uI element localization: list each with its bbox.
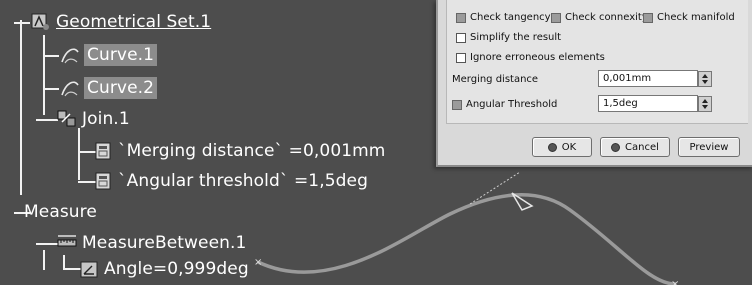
- tree-node-measure[interactable]: Measure: [24, 199, 97, 225]
- geometrical-set-icon: [30, 11, 52, 33]
- simplify-checkbox[interactable]: [456, 32, 466, 43]
- tree-trunk: [20, 20, 22, 195]
- parameter-icon: [92, 140, 114, 162]
- ignore-erroneous-checkbox[interactable]: [456, 52, 466, 63]
- curve-icon: [58, 77, 80, 99]
- ok-button[interactable]: OK: [532, 137, 592, 157]
- measure-between-icon: [56, 232, 78, 254]
- merging-distance-label: `Merging distance` =0,001mm: [118, 141, 386, 161]
- check-connexity-label: Check connexity: [565, 12, 648, 23]
- ok-label: OK: [561, 141, 577, 153]
- tree-node-angle[interactable]: Angle=0,999deg: [78, 256, 249, 282]
- check-manifold-label: Check manifold: [657, 12, 735, 23]
- check-manifold-option[interactable]: Check manifold: [643, 12, 735, 23]
- check-manifold-checkbox[interactable]: [643, 12, 653, 23]
- ignore-erroneous-label: Ignore erroneous elements: [470, 52, 605, 63]
- angle-label: Angle=0,999deg: [104, 259, 249, 279]
- angular-threshold-spinner[interactable]: [698, 96, 712, 112]
- curve-2-label: Curve.2: [84, 77, 158, 99]
- simplify-label: Simplify the result: [470, 32, 562, 43]
- tree-branch-geoset: [43, 35, 45, 115]
- simplify-option[interactable]: Simplify the result: [456, 32, 561, 43]
- parameter-icon: [92, 170, 114, 192]
- angular-threshold-checkbox[interactable]: [452, 99, 462, 110]
- ignore-erroneous-option[interactable]: Ignore erroneous elements: [456, 52, 605, 63]
- preview-button[interactable]: Preview: [678, 137, 740, 157]
- tree-node-curve-2[interactable]: Curve.2: [58, 75, 158, 101]
- merging-distance-spinner[interactable]: [698, 71, 712, 87]
- measure-between-label: MeasureBetween.1: [82, 233, 247, 253]
- join-icon: [56, 108, 78, 130]
- check-connexity-checkbox[interactable]: [551, 12, 561, 23]
- curve-icon: [58, 44, 80, 66]
- ok-icon: [547, 142, 557, 152]
- join-definition-dialog: Check tangency Check connexity Check man…: [436, 0, 752, 167]
- measure-label: Measure: [24, 202, 97, 222]
- tree-node-angular-threshold[interactable]: `Angular threshold` =1,5deg: [92, 168, 368, 194]
- merging-distance-input[interactable]: 0,001mm: [598, 70, 698, 87]
- join-curve: [257, 193, 677, 285]
- tree-branch-join: [78, 128, 80, 180]
- check-tangency-option[interactable]: Check tangency: [456, 12, 551, 23]
- tree-branch-measure: [43, 250, 45, 270]
- geometrical-set-label: Geometrical Set.1: [56, 12, 212, 32]
- tree-node-measure-between[interactable]: MeasureBetween.1: [56, 230, 246, 256]
- tree-node-curve-1[interactable]: Curve.1: [58, 42, 158, 68]
- svg-text:×: ×: [254, 257, 262, 268]
- preview-label: Preview: [689, 141, 729, 153]
- check-tangency-label: Check tangency: [470, 12, 551, 23]
- tree-node-merging-distance[interactable]: `Merging distance` =0,001mm: [92, 138, 385, 164]
- cancel-label: Cancel: [625, 141, 659, 153]
- angular-threshold-label: `Angular threshold` =1,5deg: [118, 171, 368, 191]
- svg-text:×: ×: [671, 279, 679, 285]
- cancel-icon: [611, 142, 621, 152]
- tree-node-geometrical-set[interactable]: Geometrical Set.1: [30, 9, 211, 35]
- join-label: Join.1: [82, 109, 130, 129]
- angular-threshold-input[interactable]: 1,5deg: [598, 95, 698, 112]
- merging-distance-field-label: Merging distance: [452, 74, 539, 85]
- curve-1-label: Curve.1: [84, 44, 158, 66]
- check-connexity-option[interactable]: Check connexity: [551, 12, 648, 23]
- tree-node-join[interactable]: Join.1: [56, 106, 130, 132]
- angle-measure-icon: [78, 258, 100, 280]
- tree-branch-measure-between: [63, 255, 65, 269]
- cancel-button[interactable]: Cancel: [600, 137, 670, 157]
- check-tangency-checkbox[interactable]: [456, 12, 466, 23]
- angular-threshold-option[interactable]: Angular Threshold: [452, 99, 557, 110]
- angular-threshold-field-label: Angular Threshold: [466, 99, 558, 110]
